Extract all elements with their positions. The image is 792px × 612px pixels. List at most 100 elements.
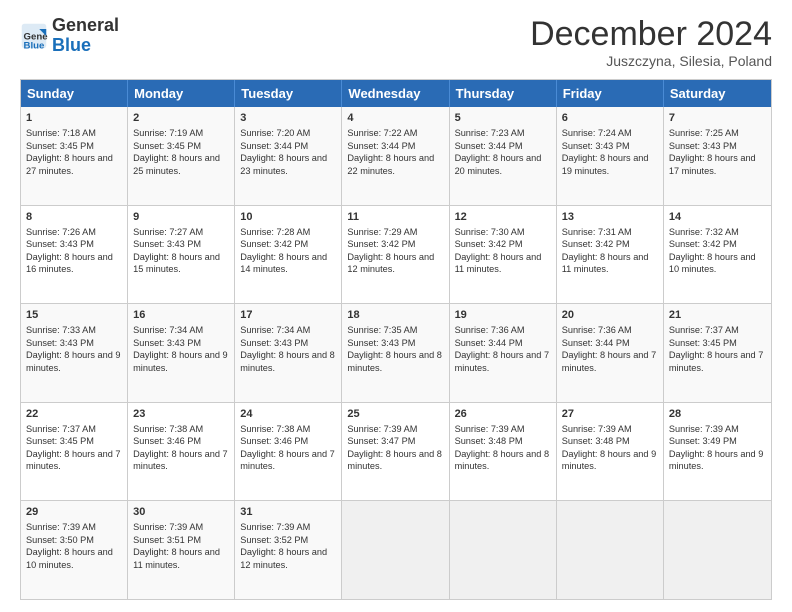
cal-cell: 3Sunrise: 7:20 AMSunset: 3:44 PMDaylight…: [235, 107, 342, 205]
day-number: 19: [455, 308, 551, 323]
day-number: 5: [455, 111, 551, 126]
day-number: 9: [133, 210, 229, 225]
cell-info: Sunrise: 7:19 AMSunset: 3:45 PMDaylight:…: [133, 128, 220, 175]
day-number: 25: [347, 407, 443, 422]
cal-cell: 7Sunrise: 7:25 AMSunset: 3:43 PMDaylight…: [664, 107, 771, 205]
cell-info: Sunrise: 7:38 AMSunset: 3:46 PMDaylight:…: [133, 424, 228, 471]
cal-header-wednesday: Wednesday: [342, 80, 449, 107]
day-number: 4: [347, 111, 443, 126]
cal-cell: 20Sunrise: 7:36 AMSunset: 3:44 PMDayligh…: [557, 304, 664, 402]
cal-cell: 14 Sunrise: 7:32 AMSunset: 3:42 PMDayligh…: [664, 206, 771, 304]
logo: General Blue General Blue: [20, 16, 119, 56]
cal-cell: 30 Sunrise: 7:39 AMSunset: 3:51 PMDayligh…: [128, 501, 235, 599]
cal-cell: [664, 501, 771, 599]
cal-cell: 13Sunrise: 7:31 AMSunset: 3:42 PMDayligh…: [557, 206, 664, 304]
cell-info: Sunrise: 7:18 AMSunset: 3:45 PMDaylight:…: [26, 128, 113, 175]
day-number: 30: [133, 505, 229, 520]
day-number: 15: [26, 308, 122, 323]
cal-cell: 6Sunrise: 7:24 AMSunset: 3:43 PMDaylight…: [557, 107, 664, 205]
cal-cell: 2 Sunrise: 7:19 AMSunset: 3:45 PMDaylight…: [128, 107, 235, 205]
cell-info: Sunrise: 7:26 AMSunset: 3:43 PMDaylight:…: [26, 227, 113, 274]
cell-info: Sunrise: 7:24 AMSunset: 3:43 PMDaylight:…: [562, 128, 649, 175]
cell-info: Sunrise: 7:34 AMSunset: 3:43 PMDaylight:…: [240, 325, 335, 372]
cell-info: Sunrise: 7:39 AMSunset: 3:52 PMDaylight:…: [240, 522, 327, 569]
cal-cell: 24Sunrise: 7:38 AMSunset: 3:46 PMDayligh…: [235, 403, 342, 501]
day-number: 10: [240, 210, 336, 225]
cal-cell: 29Sunrise: 7:39 AMSunset: 3:50 PMDayligh…: [21, 501, 128, 599]
day-number: 3: [240, 111, 336, 126]
cell-info: Sunrise: 7:32 AMSunset: 3:42 PMDaylight:…: [669, 227, 756, 274]
cal-cell: 28 Sunrise: 7:39 AMSunset: 3:49 PMDayligh…: [664, 403, 771, 501]
subtitle: Juszczyna, Silesia, Poland: [530, 53, 772, 69]
cell-info: Sunrise: 7:39 AMSunset: 3:51 PMDaylight:…: [133, 522, 220, 569]
cal-cell: 16 Sunrise: 7:34 AMSunset: 3:43 PMDayligh…: [128, 304, 235, 402]
cal-week-row: 15 Sunrise: 7:33 AMSunset: 3:43 PMDayligh…: [21, 304, 771, 403]
cal-cell: 11Sunrise: 7:29 AMSunset: 3:42 PMDayligh…: [342, 206, 449, 304]
cal-header-monday: Monday: [128, 80, 235, 107]
cal-cell: 1 Sunrise: 7:18 AMSunset: 3:45 PMDaylight…: [21, 107, 128, 205]
cal-cell: 19 Sunrise: 7:36 AMSunset: 3:44 PMDayligh…: [450, 304, 557, 402]
day-number: 8: [26, 210, 122, 225]
cal-cell: 18Sunrise: 7:35 AMSunset: 3:43 PMDayligh…: [342, 304, 449, 402]
day-number: 2: [133, 111, 229, 126]
svg-text:Blue: Blue: [24, 40, 45, 50]
day-number: 13: [562, 210, 658, 225]
day-number: 27: [562, 407, 658, 422]
header: General Blue General Blue December 2024 …: [20, 16, 772, 69]
cal-cell: 17Sunrise: 7:34 AMSunset: 3:43 PMDayligh…: [235, 304, 342, 402]
cell-info: Sunrise: 7:36 AMSunset: 3:44 PMDaylight:…: [562, 325, 657, 372]
cal-week-row: 1 Sunrise: 7:18 AMSunset: 3:45 PMDaylight…: [21, 107, 771, 206]
title-block: December 2024 Juszczyna, Silesia, Poland: [530, 16, 772, 69]
cell-info: Sunrise: 7:36 AMSunset: 3:44 PMDaylight:…: [455, 325, 550, 372]
cell-info: Sunrise: 7:22 AMSunset: 3:44 PMDaylight:…: [347, 128, 434, 175]
cal-header-tuesday: Tuesday: [235, 80, 342, 107]
cal-cell: 5 Sunrise: 7:23 AMSunset: 3:44 PMDaylight…: [450, 107, 557, 205]
cal-header-thursday: Thursday: [450, 80, 557, 107]
cell-info: Sunrise: 7:39 AMSunset: 3:49 PMDaylight:…: [669, 424, 764, 471]
day-number: 16: [133, 308, 229, 323]
calendar: SundayMondayTuesdayWednesdayThursdayFrid…: [20, 79, 772, 600]
cell-info: Sunrise: 7:38 AMSunset: 3:46 PMDaylight:…: [240, 424, 335, 471]
day-number: 1: [26, 111, 122, 126]
cal-cell: 22Sunrise: 7:37 AMSunset: 3:45 PMDayligh…: [21, 403, 128, 501]
cal-cell: [450, 501, 557, 599]
cal-header-sunday: Sunday: [21, 80, 128, 107]
day-number: 21: [669, 308, 766, 323]
main-title: December 2024: [530, 16, 772, 53]
cell-info: Sunrise: 7:37 AMSunset: 3:45 PMDaylight:…: [669, 325, 764, 372]
cal-cell: [557, 501, 664, 599]
day-number: 7: [669, 111, 766, 126]
day-number: 28: [669, 407, 766, 422]
cell-info: Sunrise: 7:34 AMSunset: 3:43 PMDaylight:…: [133, 325, 228, 372]
cal-header-friday: Friday: [557, 80, 664, 107]
cal-cell: 21 Sunrise: 7:37 AMSunset: 3:45 PMDayligh…: [664, 304, 771, 402]
calendar-header-row: SundayMondayTuesdayWednesdayThursdayFrid…: [21, 80, 771, 107]
day-number: 29: [26, 505, 122, 520]
day-number: 18: [347, 308, 443, 323]
day-number: 23: [133, 407, 229, 422]
cell-info: Sunrise: 7:33 AMSunset: 3:43 PMDaylight:…: [26, 325, 121, 372]
logo-icon: General Blue: [20, 22, 48, 50]
day-number: 14: [669, 210, 766, 225]
cell-info: Sunrise: 7:23 AMSunset: 3:44 PMDaylight:…: [455, 128, 542, 175]
cal-cell: 15 Sunrise: 7:33 AMSunset: 3:43 PMDayligh…: [21, 304, 128, 402]
cal-week-row: 8 Sunrise: 7:26 AMSunset: 3:43 PMDaylight…: [21, 206, 771, 305]
day-number: 31: [240, 505, 336, 520]
cal-cell: 27 Sunrise: 7:39 AMSunset: 3:48 PMDayligh…: [557, 403, 664, 501]
cell-info: Sunrise: 7:39 AMSunset: 3:47 PMDaylight:…: [347, 424, 442, 471]
cal-cell: 4 Sunrise: 7:22 AMSunset: 3:44 PMDaylight…: [342, 107, 449, 205]
cell-info: Sunrise: 7:39 AMSunset: 3:48 PMDaylight:…: [455, 424, 550, 471]
cell-info: Sunrise: 7:28 AMSunset: 3:42 PMDaylight:…: [240, 227, 327, 274]
cal-cell: [342, 501, 449, 599]
cell-info: Sunrise: 7:37 AMSunset: 3:45 PMDaylight:…: [26, 424, 121, 471]
day-number: 26: [455, 407, 551, 422]
cal-cell: 10 Sunrise: 7:28 AMSunset: 3:42 PMDayligh…: [235, 206, 342, 304]
cal-cell: 9Sunrise: 7:27 AMSunset: 3:43 PMDaylight…: [128, 206, 235, 304]
logo-text: General Blue: [52, 16, 119, 56]
calendar-body: 1 Sunrise: 7:18 AMSunset: 3:45 PMDaylight…: [21, 107, 771, 599]
cell-info: Sunrise: 7:39 AMSunset: 3:48 PMDaylight:…: [562, 424, 657, 471]
day-number: 12: [455, 210, 551, 225]
cal-cell: 12Sunrise: 7:30 AMSunset: 3:42 PMDayligh…: [450, 206, 557, 304]
day-number: 11: [347, 210, 443, 225]
cal-cell: 23 Sunrise: 7:38 AMSunset: 3:46 PMDayligh…: [128, 403, 235, 501]
